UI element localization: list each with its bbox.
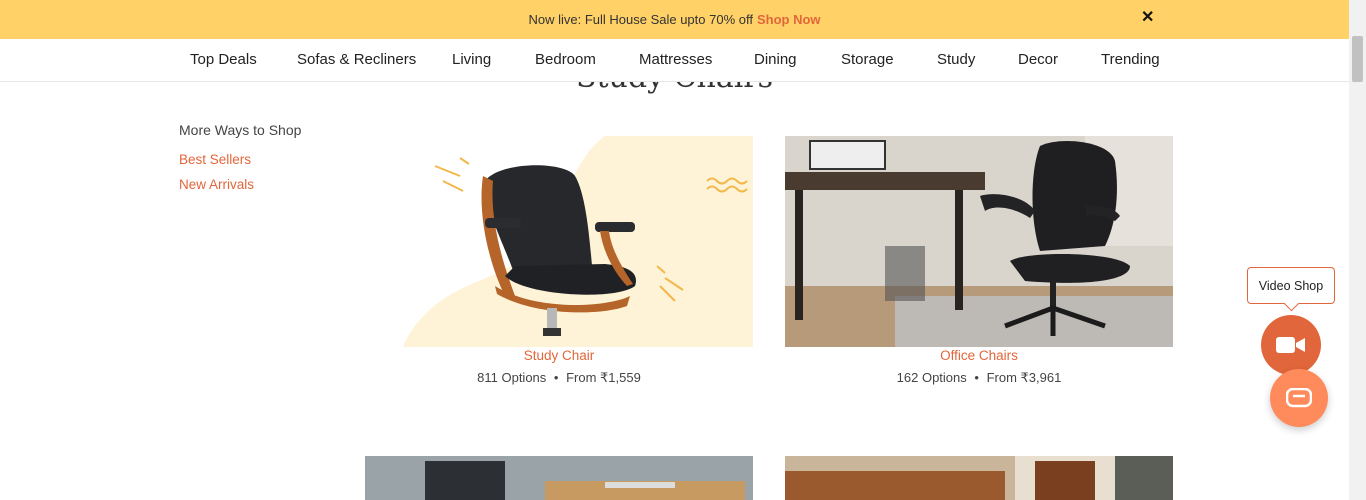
office-chair-photo [785,136,1173,347]
chat-button[interactable] [1270,369,1328,427]
sidebar-link-new-arrivals[interactable]: New Arrivals [179,177,254,192]
nav-item-decor[interactable]: Decor [1018,51,1058,68]
study-chair-title[interactable]: Study Chair [365,348,753,363]
nav-item-storage[interactable]: Storage [841,51,894,68]
study-chair-options: 811 Options [477,370,547,385]
wooden-desk-photo [785,456,1173,500]
close-icon[interactable]: ✕ [1141,10,1155,26]
nav-item-trending[interactable]: Trending [1101,51,1160,68]
main-nav: Top Deals Sofas & Recliners Living Bedro… [0,39,1349,82]
product-image-row2-right[interactable] [785,456,1173,500]
shop-now-link[interactable]: Shop Now [757,12,821,27]
study-chair-image[interactable] [365,136,753,347]
office-chairs-image[interactable] [785,136,1173,347]
promo-text: Now live: Full House Sale upto 70% off [528,12,753,27]
chat-bubble-icon [1286,388,1312,408]
office-chairs-meta: 162 Options • From ₹3,961 [785,370,1173,386]
study-chair-price: From ₹1,559 [566,370,641,385]
desk-photo [365,456,753,500]
nav-item-mattresses[interactable]: Mattresses [639,51,712,68]
nav-item-dining[interactable]: Dining [754,51,797,68]
nav-item-sofas-recliners[interactable]: Sofas & Recliners [297,51,416,68]
promo-banner: Now live: Full House Sale upto 70% off S… [0,0,1349,39]
sidebar-link-best-sellers[interactable]: Best Sellers [179,152,251,167]
nav-item-study[interactable]: Study [937,51,975,68]
meta-separator: • [974,370,979,385]
nav-item-living[interactable]: Living [452,51,491,68]
meta-separator: • [553,370,559,385]
video-camera-icon [1276,337,1305,353]
video-shop-tooltip[interactable]: Video Shop [1247,267,1335,304]
office-chairs-title[interactable]: Office Chairs [785,348,1173,363]
page-scrollbar[interactable] [1349,0,1366,500]
office-chairs-options: 162 Options [896,370,967,385]
sidebar-title: More Ways to Shop [179,122,302,138]
scrollbar-thumb[interactable] [1352,36,1363,82]
product-image-row2-left[interactable] [365,456,753,500]
study-chair-illustration [365,136,753,347]
nav-item-top-deals[interactable]: Top Deals [190,51,257,68]
video-shop-button[interactable] [1261,315,1321,375]
study-chair-meta: 811 Options • From ₹1,559 [365,370,753,386]
office-chairs-price: From ₹3,961 [986,370,1062,385]
nav-item-bedroom[interactable]: Bedroom [535,51,596,68]
